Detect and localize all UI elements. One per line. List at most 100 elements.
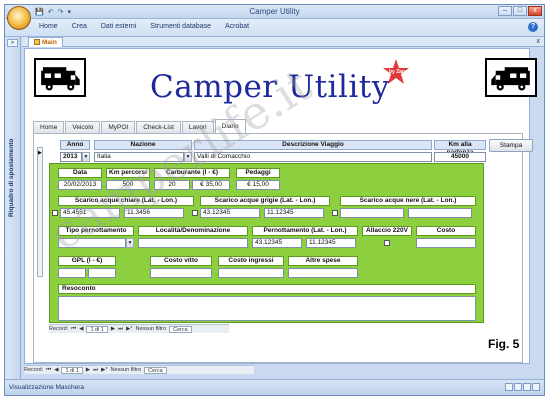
tab-diario[interactable]: Diario (214, 119, 246, 133)
costo-vitto-field[interactable] (150, 268, 212, 278)
carburante-euro-field[interactable]: € 35,00 (192, 180, 230, 190)
subform-record-navigator: Record: ⏮ ◀ 1 di 1 ▶ ⏭ ▶* Nessun filtro … (49, 324, 229, 333)
document-tab-main[interactable]: Main (28, 37, 63, 47)
gpl-litri-field[interactable] (58, 268, 86, 278)
view-buttons (505, 383, 540, 391)
scarico-nere-lon-field[interactable] (408, 208, 472, 218)
localita-field[interactable] (138, 238, 248, 248)
close-button[interactable]: x (528, 6, 542, 16)
scarico-chiare-lat-field[interactable]: 45.4551 (60, 208, 120, 218)
design-view-button[interactable] (532, 383, 540, 391)
km-percorsi-field[interactable]: 500 (106, 180, 150, 190)
label-costo: Costo (416, 226, 476, 236)
label-carburante: Carburante (l - €) (154, 168, 230, 178)
main-filter-status[interactable]: Nessun filtro (110, 367, 141, 373)
tab-home[interactable]: Home (33, 121, 65, 133)
allaccio-220v-checkbox[interactable] (384, 240, 390, 246)
document-tab-bar: Main x (22, 37, 544, 47)
scarico-grigie-checkbox[interactable] (192, 210, 198, 216)
last-record-button[interactable]: ⏭ (118, 326, 123, 333)
tab-mypoi[interactable]: MyPOI (101, 121, 136, 133)
label-scarico-chiare: Scarico acque chiare (Lat. - Lon.) (58, 196, 194, 206)
form-view-button[interactable] (505, 383, 513, 391)
tipo-pernottamento-field[interactable] (58, 238, 126, 248)
resoconto-textarea[interactable] (58, 296, 476, 321)
carburante-litri-field[interactable]: 20 (154, 180, 190, 190)
nav-pane-toggle-button[interactable]: » (7, 39, 18, 47)
record-selector[interactable]: ▶ (37, 147, 43, 277)
km-partenza-field[interactable]: 45000 (434, 152, 486, 162)
pernottamento-lat-field[interactable]: 43.12345 (252, 238, 302, 248)
descrizione-field[interactable]: Valli di Comacchio (194, 152, 432, 162)
datasheet-view-button[interactable] (514, 383, 522, 391)
previous-record-button[interactable]: ◀ (79, 326, 83, 332)
stampa-button[interactable]: Stampa (489, 139, 533, 152)
label-allaccio: Allaccio 220V (362, 226, 412, 236)
maximize-button[interactable]: □ (513, 6, 527, 16)
pernottamento-lon-field[interactable]: 11.12345 (306, 238, 356, 248)
ribbon-tabs: Home Crea Dati esterni Strumenti databas… (39, 23, 249, 30)
filter-status[interactable]: Nessun filtro (135, 326, 166, 332)
search-field[interactable]: Cerca (169, 325, 192, 333)
help-icon[interactable]: ? (528, 22, 538, 32)
main-first-record-button[interactable]: ⏮ (46, 367, 51, 374)
current-record-icon: ▶ (38, 150, 42, 156)
ribbon-tab-crea[interactable]: Crea (72, 23, 87, 30)
window-title: Camper Utility (249, 7, 300, 16)
scarico-nere-lat-field[interactable] (340, 208, 404, 218)
office-button[interactable] (7, 6, 31, 30)
costo-field[interactable] (416, 238, 476, 248)
nav-pane-label[interactable]: Riquadro di spostamento (8, 139, 15, 217)
tab-veicolo[interactable]: Veicolo (65, 121, 101, 133)
main-record-position-field[interactable]: 1 di 1 (61, 366, 83, 374)
label-pedaggi: Pedaggi (236, 168, 280, 178)
first-record-button[interactable]: ⏮ (71, 326, 76, 333)
tab-lavori[interactable]: Lavori (181, 121, 214, 133)
navigation-pane: » Riquadro di spostamento (5, 37, 21, 379)
main-search-field[interactable]: Cerca (144, 366, 167, 374)
tab-check-list[interactable]: Check-List (136, 121, 181, 133)
anno-field[interactable]: 2013 (60, 152, 82, 162)
layout-view-button[interactable] (523, 383, 531, 391)
anno-dropdown-icon[interactable]: ▼ (82, 152, 90, 162)
costo-ingressi-field[interactable] (218, 268, 284, 278)
scarico-grigie-lat-field[interactable]: 43.12345 (200, 208, 260, 218)
star-badge-label: by Zap (389, 69, 406, 75)
tipo-pernottamento-dropdown-icon[interactable]: ▼ (126, 238, 134, 248)
main-form: Camper Utility by Zap Home Veicolo MyPOI… (24, 48, 537, 364)
nazione-dropdown-icon[interactable]: ▼ (184, 152, 192, 162)
header-anno: Anno (60, 140, 90, 150)
altre-spese-field[interactable] (288, 268, 358, 278)
scarico-chiare-lon-field[interactable]: 11.3456 (124, 208, 184, 218)
ribbon-tab-acrobat[interactable]: Acrobat (225, 23, 249, 30)
new-record-button[interactable]: ▶* (126, 326, 132, 332)
data-field[interactable]: 20/02/2013 (58, 180, 102, 190)
nazione-field[interactable]: Italia (94, 152, 184, 162)
scarico-nere-checkbox[interactable] (332, 210, 338, 216)
gpl-euro-field[interactable] (88, 268, 116, 278)
label-data: Data (58, 168, 102, 178)
minimize-button[interactable]: – (498, 6, 512, 16)
document-close-button[interactable]: x (537, 38, 541, 45)
main-next-record-button[interactable]: ▶ (86, 367, 90, 373)
ribbon-tab-home[interactable]: Home (39, 23, 58, 30)
camper-icon (34, 58, 86, 97)
main-new-record-button[interactable]: ▶* (101, 367, 107, 373)
main-record-label: Record: (24, 367, 44, 373)
record-position-field[interactable]: 1 di 1 (86, 325, 108, 333)
ribbon-tab-dati-esterni[interactable]: Dati esterni (101, 23, 136, 30)
main-previous-record-button[interactable]: ◀ (54, 367, 58, 373)
status-bar: Visualizzazione Maschera (5, 379, 544, 395)
scarico-grigie-lon-field[interactable]: 11.12345 (264, 208, 324, 218)
label-km-percorsi: Km percorsi (106, 168, 150, 178)
pedaggi-field[interactable]: € 15,00 (236, 180, 280, 190)
label-pernottamento-coord: Pernottamento (Lat. - Lon.) (252, 226, 358, 236)
status-text: Visualizzazione Maschera (9, 384, 85, 391)
scarico-chiare-checkbox[interactable] (52, 210, 58, 216)
next-record-button[interactable]: ▶ (111, 326, 115, 332)
title-bar: 💾 ↶ ↷ ▾ Camper Utility – □ x (5, 5, 544, 19)
main-last-record-button[interactable]: ⏭ (93, 367, 98, 374)
ribbon-tab-strumenti-database[interactable]: Strumenti database (150, 23, 211, 30)
header-descrizione: Descrizione Viaggio (194, 140, 432, 150)
form-tab-strip: Home Veicolo MyPOI Check-List Lavori Dia… (33, 119, 247, 133)
